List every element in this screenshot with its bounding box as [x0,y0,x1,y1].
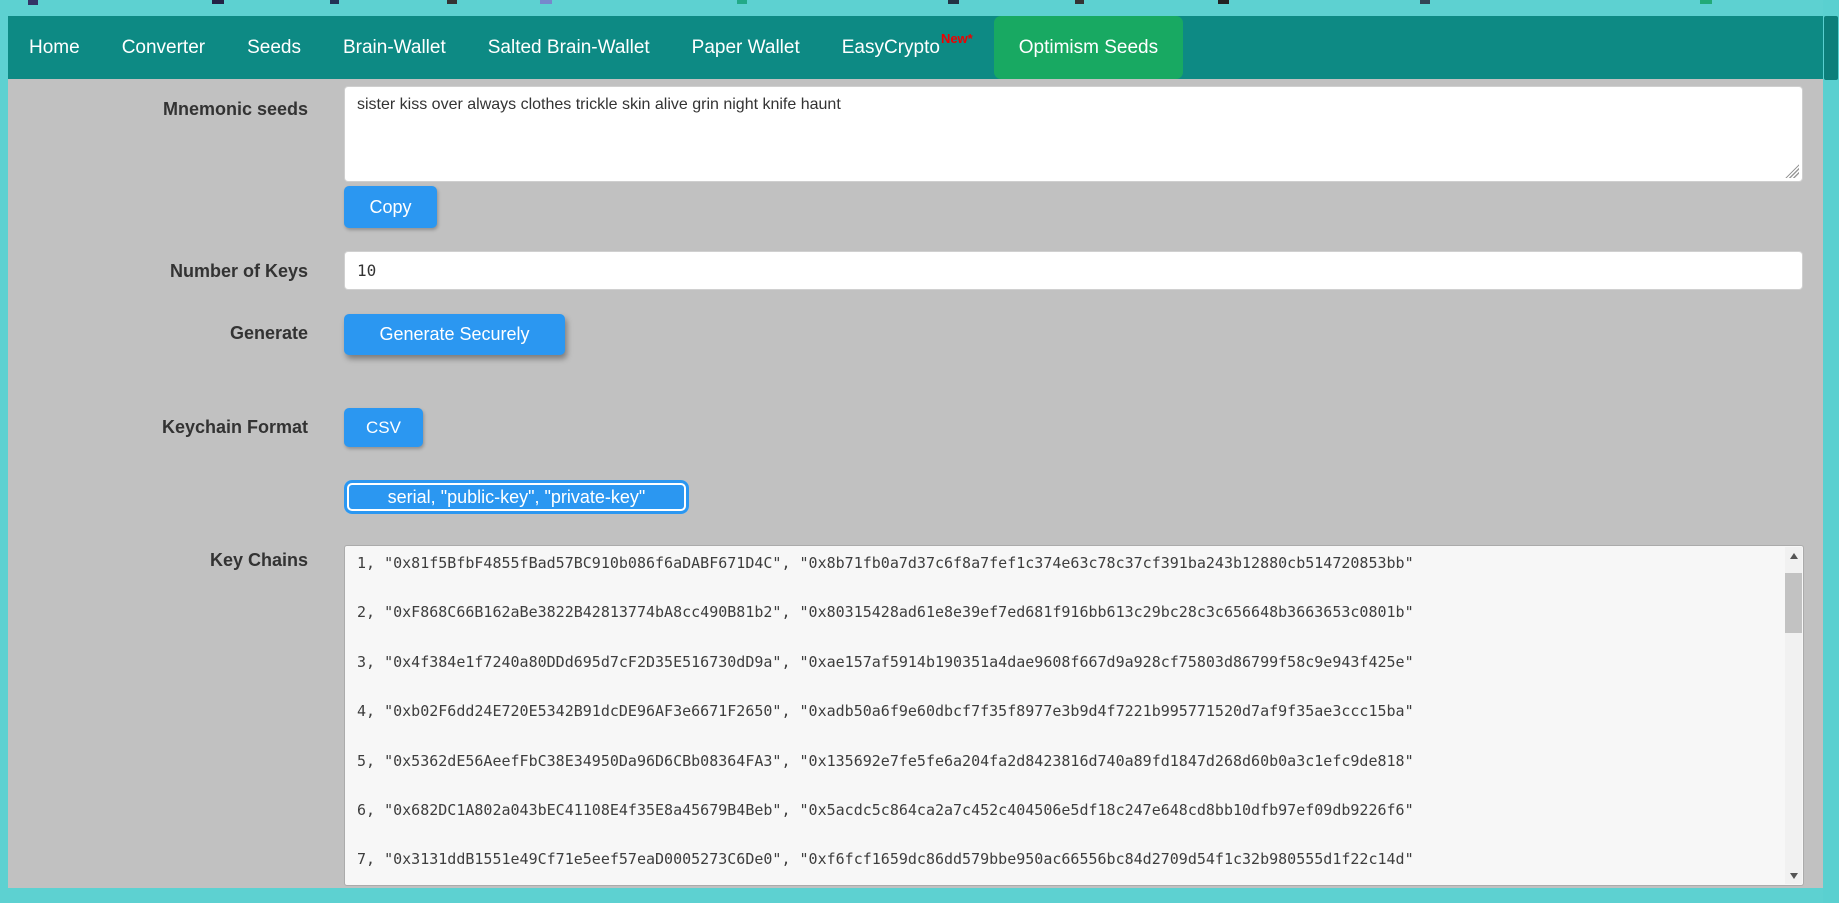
navbar: Home Converter Seeds Brain-Wallet Salted… [8,16,1823,79]
nav-item-paper-wallet[interactable]: Paper Wallet [671,16,821,79]
nav-item-label: Home [29,36,80,58]
keychain-format-label: Keychain Format [161,417,308,437]
key-chains-content: 1, "0x81f5BfbF4855fBad57BC910b086f6aDABF… [357,554,1414,869]
mnemonic-seeds-textarea[interactable]: sister kiss over always clothes trickle … [344,86,1803,182]
page-scrollbar[interactable] [1823,0,1839,903]
new-badge: New* [940,31,973,46]
triangle-up-icon [1789,552,1798,559]
generate-securely-button[interactable]: Generate Securely [344,314,565,355]
key-chains-textarea[interactable]: 1, "0x81f5BfbF4855fBad57BC910b086f6aDABF… [344,545,1804,886]
nav-item-easycrypto[interactable]: EasyCrypto New* [821,16,994,79]
scroll-up-button[interactable] [1785,547,1802,564]
content-area: Home Converter Seeds Brain-Wallet Salted… [8,16,1823,888]
clipped-text-artifact [1075,0,1084,4]
copy-button[interactable]: Copy [344,186,437,228]
page-scrollbar-thumb[interactable] [1824,16,1838,80]
csv-header-row-button[interactable]: serial, "public-key", "private-key" [344,480,689,514]
nav-item-salted-brain-wallet[interactable]: Salted Brain-Wallet [467,16,671,79]
mnemonic-seeds-label: Mnemonic seeds [162,99,308,119]
generate-label: Generate [229,323,308,343]
clipped-text-artifact [1420,0,1430,4]
clipped-text-artifact [1218,0,1229,4]
triangle-down-icon [1789,872,1798,879]
nav-item-label: Paper Wallet [691,36,800,58]
nav-item-brain-wallet[interactable]: Brain-Wallet [322,16,467,79]
key-chains-scrollbar[interactable] [1785,547,1802,884]
nav-item-converter[interactable]: Converter [101,16,226,79]
clipped-text-artifact [330,0,339,4]
clipped-text-artifact [948,0,959,4]
nav-item-optimism-seeds[interactable]: Optimism Seeds [993,16,1184,79]
clipped-text-artifact [447,0,457,4]
nav-item-label: Brain-Wallet [342,36,446,58]
scrollbar-thumb[interactable] [1785,573,1802,633]
csv-format-button[interactable]: CSV [344,408,423,447]
nav-item-home[interactable]: Home [8,16,101,79]
number-of-keys-label: Number of Keys [169,261,308,281]
nav-item-label: Converter [121,36,206,58]
nav-item-label: Seeds [247,36,301,58]
key-chains-label: Key Chains [209,550,308,570]
nav-item-label: Salted Brain-Wallet [487,36,650,58]
nav-item-label: Optimism Seeds [1018,36,1159,58]
nav-item-label: EasyCrypto [841,36,940,58]
nav-item-seeds[interactable]: Seeds [226,16,322,79]
clipped-text-artifact [540,0,552,4]
clipped-text-artifact [737,0,747,4]
scroll-down-button[interactable] [1785,867,1802,884]
clipped-text-artifact [212,0,224,4]
clipped-text-artifact [28,0,38,5]
number-of-keys-input[interactable] [344,251,1803,290]
clipped-text-artifact [1700,0,1712,4]
